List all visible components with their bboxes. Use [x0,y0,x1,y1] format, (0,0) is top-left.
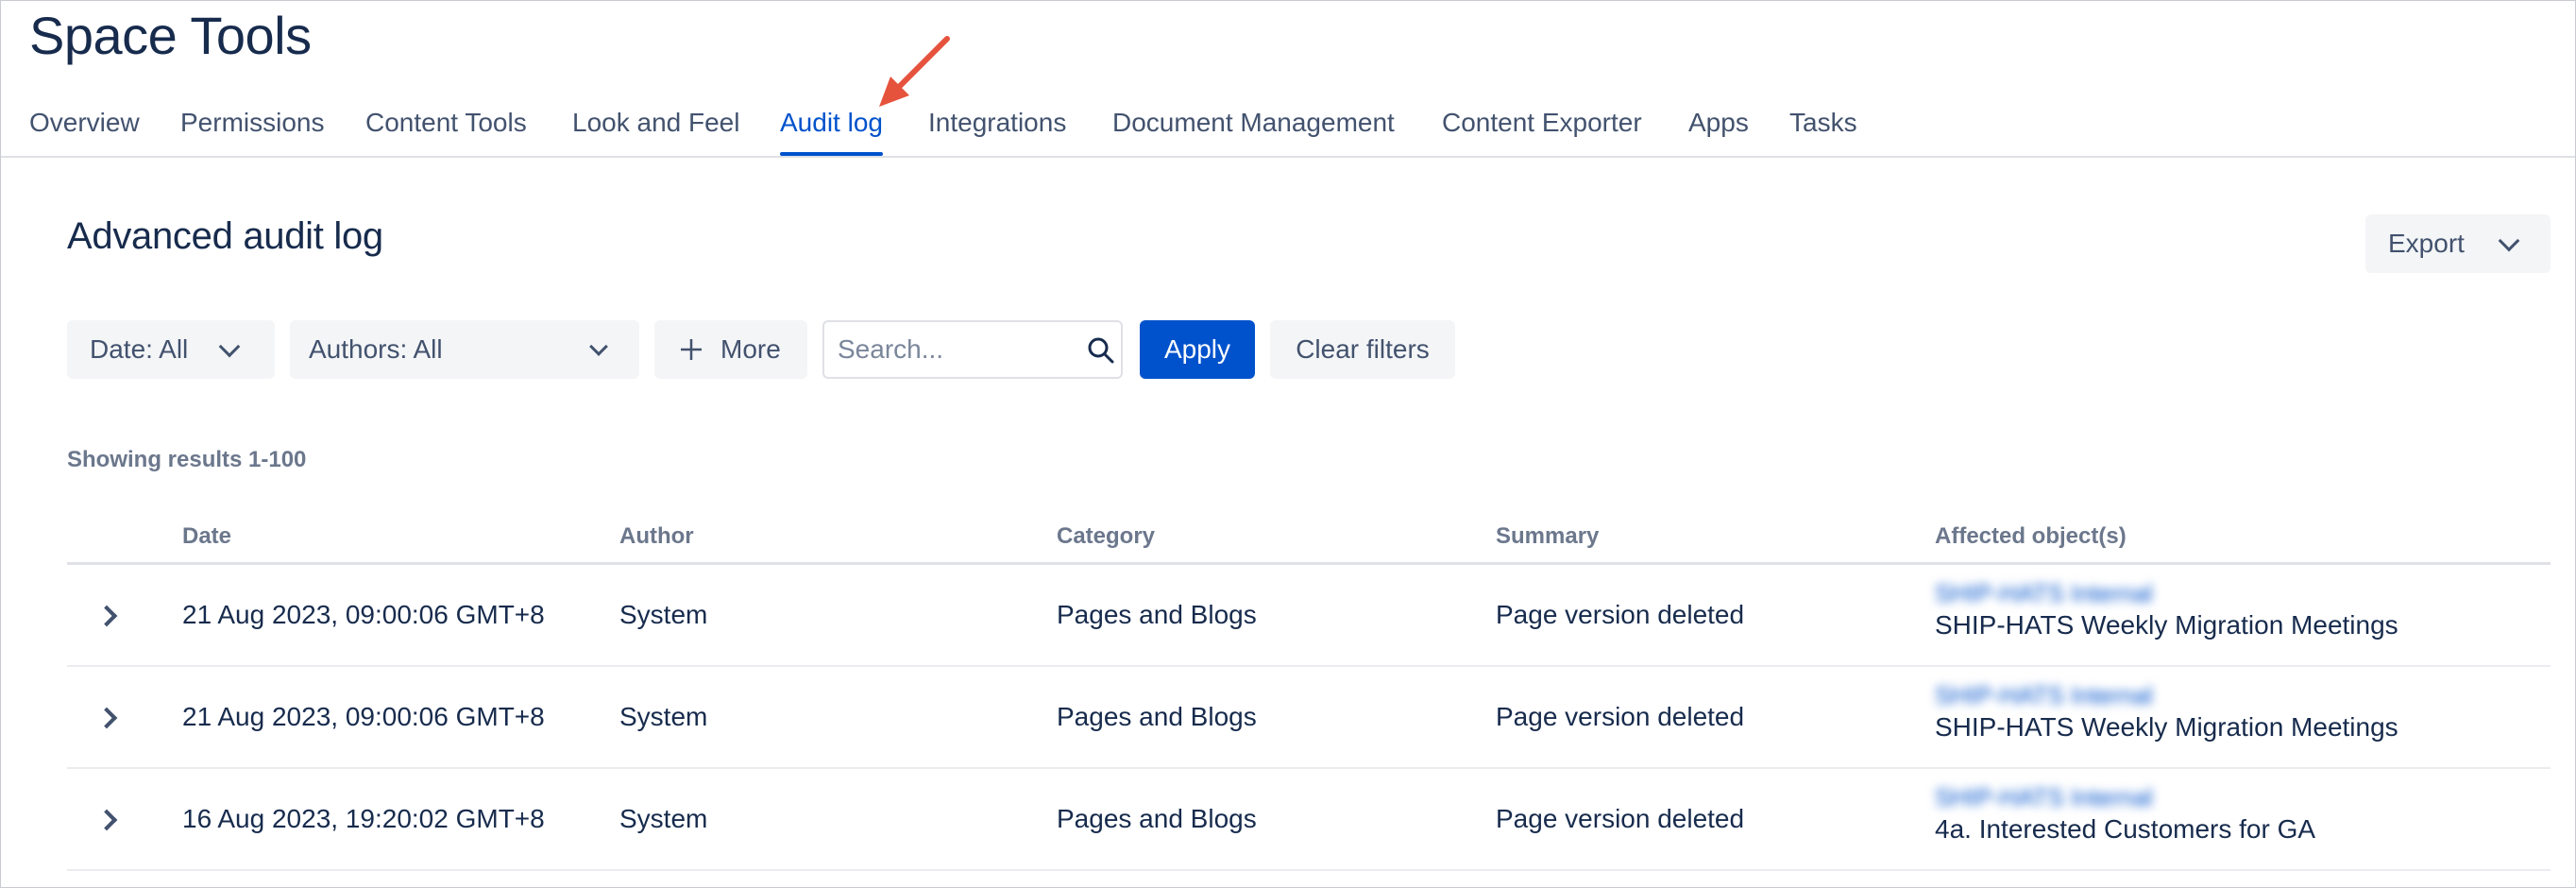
table-row[interactable]: 16 Aug 2023, 19:20:02 GMT+8 System Pages… [67,769,2551,871]
column-header-category: Category [1057,523,1156,549]
affected-space-link[interactable]: SHIP-HATS Internal [1935,680,2398,710]
app-window: Space Tools Overview Permissions Content… [0,0,2576,888]
more-filters-button[interactable]: More [654,320,807,379]
export-button-label: Export [2388,229,2465,258]
tab-apps[interactable]: Apps [1688,107,1749,139]
table-row[interactable]: 21 Aug 2023, 09:00:06 GMT+8 System Pages… [67,667,2551,769]
chevron-down-icon [218,335,241,358]
affected-page-link[interactable]: 4a. Interested Customers for GA [1935,811,2315,848]
results-count: Showing results 1-100 [67,447,307,472]
apply-button[interactable]: Apply [1140,320,1255,379]
date-filter-label: Date: All [90,334,189,364]
tab-content-tools[interactable]: Content Tools [365,107,527,139]
section-title: Advanced audit log [67,215,383,257]
column-header-author: Author [619,523,694,549]
cell-summary: Page version deleted [1496,804,1745,833]
cell-summary: Page version deleted [1496,600,1745,629]
search-field[interactable] [822,320,1123,379]
tab-tasks[interactable]: Tasks [1789,107,1857,139]
cell-author: System [619,804,708,833]
cell-date: 21 Aug 2023, 09:00:06 GMT+8 [182,600,545,629]
cell-affected-objects: SHIP-HATS Internal SHIP-HATS Weekly Migr… [1935,578,2398,644]
page-title: Space Tools [29,6,312,65]
table-row[interactable]: 21 Aug 2023, 09:00:06 GMT+8 System Pages… [67,565,2551,667]
cell-affected-objects: SHIP-HATS Internal SHIP-HATS Weekly Migr… [1935,680,2398,746]
tab-document-management[interactable]: Document Management [1112,107,1395,139]
red-arrow-annotation-icon [879,36,950,107]
affected-page-link[interactable]: SHIP-HATS Weekly Migration Meetings [1935,709,2398,746]
tab-audit-log[interactable]: Audit log [780,107,883,156]
tab-overview[interactable]: Overview [29,107,140,139]
search-icon[interactable] [1087,336,1115,365]
more-filters-label: More [720,334,781,364]
tab-content-exporter[interactable]: Content Exporter [1442,107,1642,139]
cell-summary: Page version deleted [1496,702,1745,731]
affected-space-link[interactable]: SHIP-HATS Internal [1935,578,2398,608]
column-header-summary: Summary [1496,523,1600,549]
affected-page-link[interactable]: SHIP-HATS Weekly Migration Meetings [1935,606,2398,644]
tab-bar: Overview Permissions Content Tools Look … [1,95,2575,158]
chevron-down-icon [589,337,608,356]
tab-look-and-feel[interactable]: Look and Feel [572,107,739,139]
cell-author: System [619,702,708,731]
export-button[interactable]: Export [2365,214,2551,273]
column-header-affected-objects: Affected object(s) [1935,523,2127,549]
chevron-right-icon[interactable] [95,703,124,731]
column-header-date: Date [182,523,232,549]
search-input[interactable] [838,330,1074,369]
authors-filter-dropdown[interactable]: Authors: All [290,320,639,379]
chevron-down-icon [2498,230,2520,252]
cell-category: Pages and Blogs [1057,702,1257,731]
plus-icon [681,339,702,360]
clear-filters-button[interactable]: Clear filters [1270,320,1455,379]
cell-author: System [619,600,708,629]
cell-date: 21 Aug 2023, 09:00:06 GMT+8 [182,702,545,731]
date-filter-dropdown[interactable]: Date: All [67,320,275,379]
table-header: Date Author Category Summary Affected ob… [67,519,2551,565]
affected-space-link[interactable]: SHIP-HATS Internal [1935,782,2315,812]
chevron-right-icon[interactable] [95,601,124,629]
tab-permissions[interactable]: Permissions [180,107,324,139]
audit-log-table: Date Author Category Summary Affected ob… [67,519,2551,871]
chevron-right-icon[interactable] [95,805,124,833]
cell-affected-objects: SHIP-HATS Internal 4a. Interested Custom… [1935,782,2315,848]
cell-date: 16 Aug 2023, 19:20:02 GMT+8 [182,804,545,833]
authors-filter-label: Authors: All [309,334,443,364]
cell-category: Pages and Blogs [1057,600,1257,629]
cell-category: Pages and Blogs [1057,804,1257,833]
